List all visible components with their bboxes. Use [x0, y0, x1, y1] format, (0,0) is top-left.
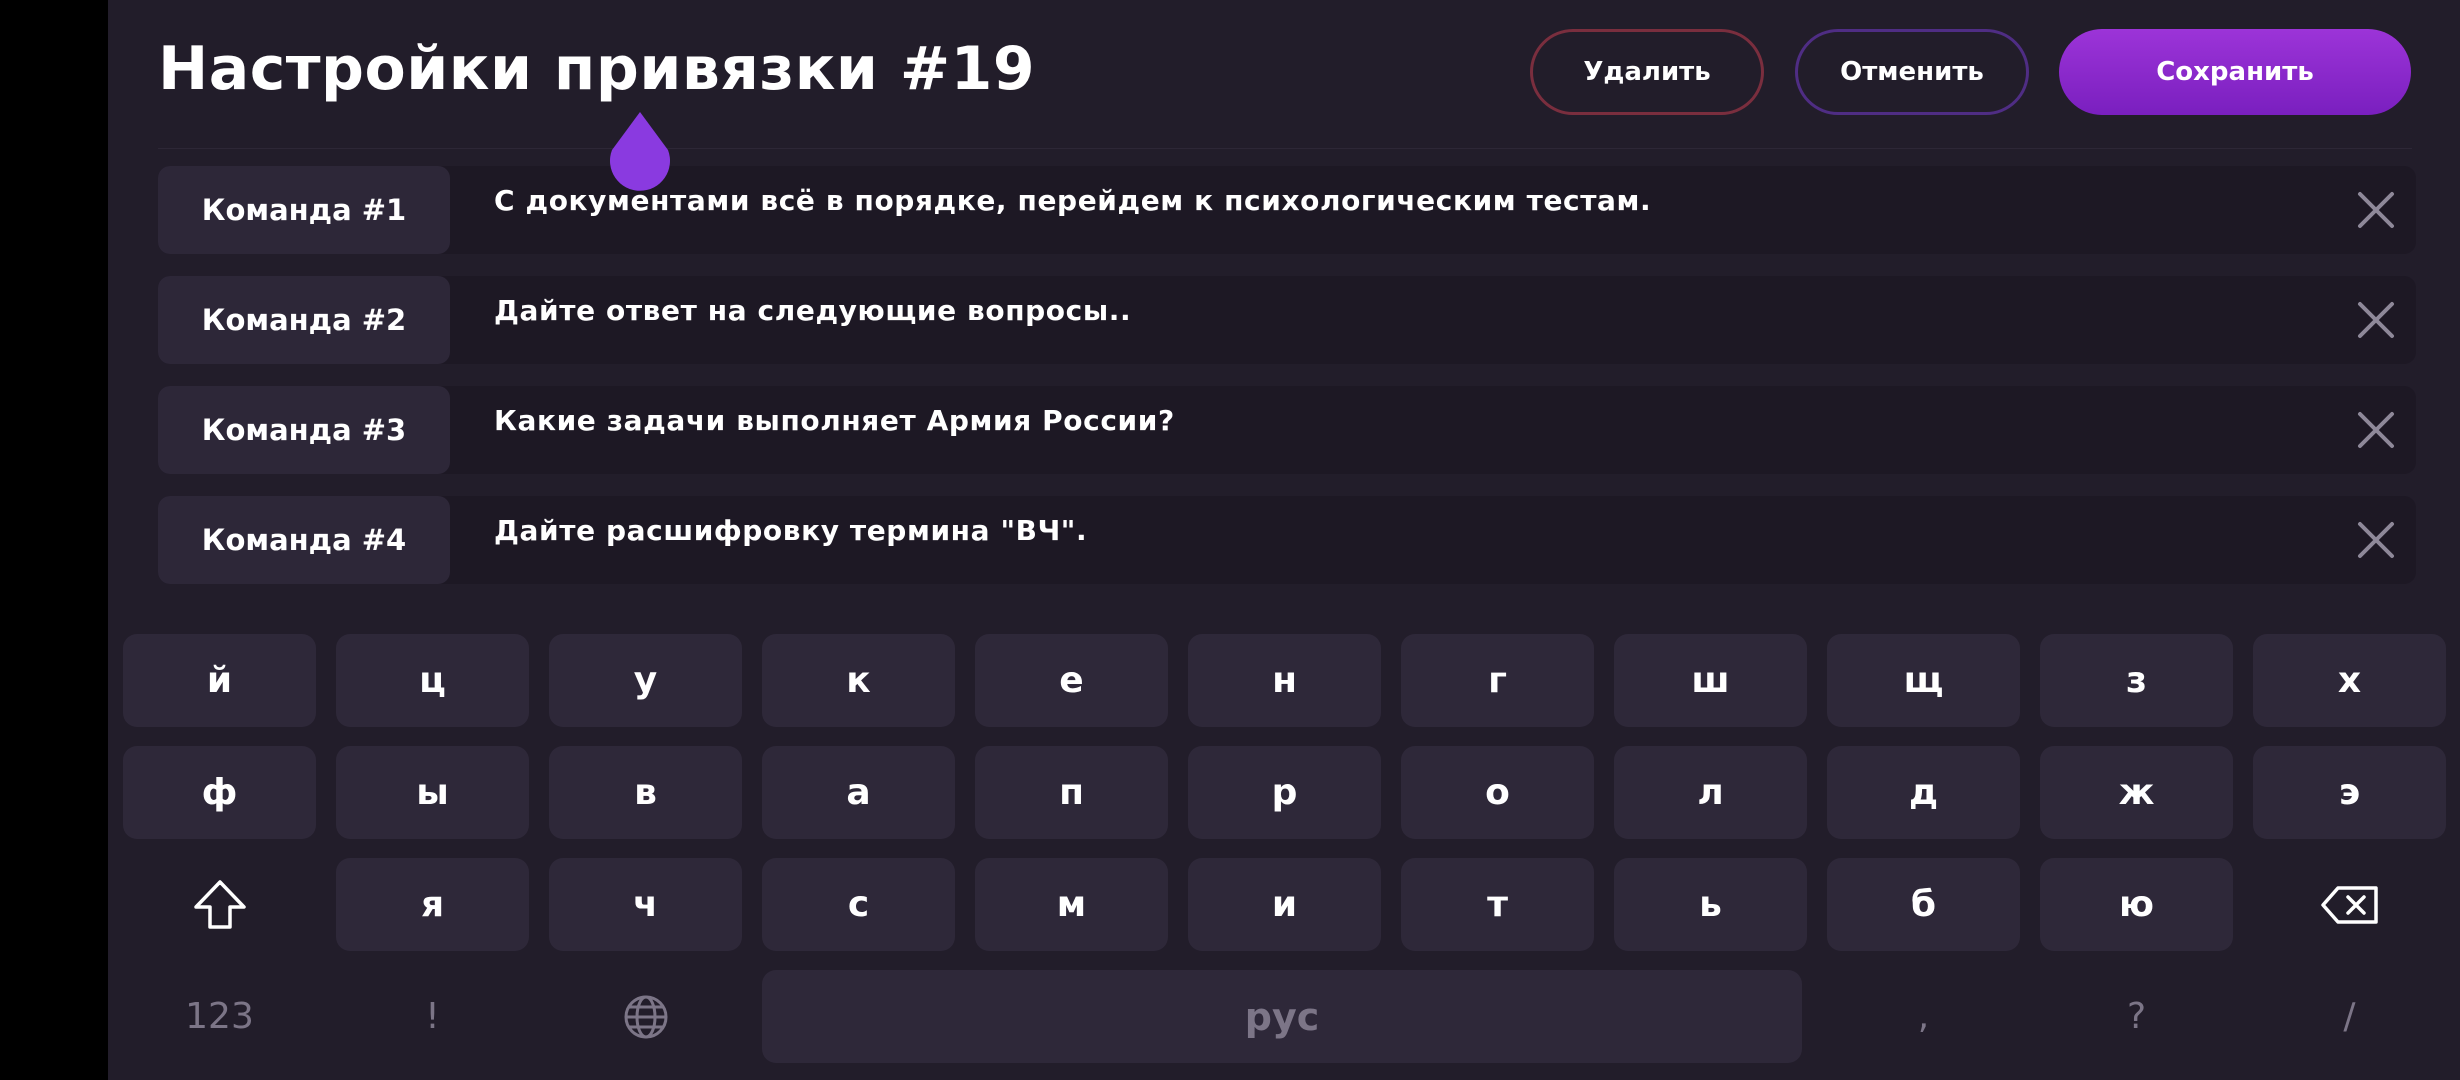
- slash-key[interactable]: /: [2253, 970, 2446, 1063]
- backspace-key[interactable]: [2253, 858, 2446, 951]
- shift-icon: [193, 879, 246, 929]
- command-row-4[interactable]: Команда #4 Дайте расшифровку термина "ВЧ…: [158, 496, 2416, 584]
- key[interactable]: в: [549, 746, 742, 839]
- close-icon[interactable]: [2356, 300, 2396, 340]
- save-button[interactable]: Сохранить: [2059, 29, 2411, 115]
- key[interactable]: д: [1827, 746, 2020, 839]
- page-title: Настройки привязки #19: [158, 34, 1036, 104]
- key[interactable]: о: [1401, 746, 1594, 839]
- command-row-2[interactable]: Команда #2 Дайте ответ на следующие вопр…: [158, 276, 2416, 364]
- command-text-input[interactable]: Дайте ответ на следующие вопросы..: [494, 294, 1131, 327]
- key[interactable]: е: [975, 634, 1168, 727]
- command-text-input[interactable]: Дайте расшифровку термина "ВЧ".: [494, 514, 1087, 547]
- backspace-icon: [2320, 885, 2378, 924]
- key[interactable]: щ: [1827, 634, 2020, 727]
- command-label: Команда #1: [158, 166, 450, 254]
- key[interactable]: к: [762, 634, 955, 727]
- shift-key[interactable]: [123, 858, 316, 951]
- key[interactable]: ф: [123, 746, 316, 839]
- key[interactable]: н: [1188, 634, 1381, 727]
- key[interactable]: у: [549, 634, 742, 727]
- cancel-button[interactable]: Отменить: [1795, 29, 2029, 115]
- key[interactable]: ш: [1614, 634, 1807, 727]
- command-label: Команда #3: [158, 386, 450, 474]
- key[interactable]: з: [2040, 634, 2233, 727]
- text-cursor-handle-icon[interactable]: [608, 112, 672, 192]
- key[interactable]: и: [1188, 858, 1381, 951]
- key[interactable]: ч: [549, 858, 742, 951]
- close-icon[interactable]: [2356, 520, 2396, 560]
- key[interactable]: р: [1188, 746, 1381, 839]
- exclamation-key[interactable]: !: [336, 970, 529, 1063]
- key[interactable]: т: [1401, 858, 1594, 951]
- key[interactable]: ж: [2040, 746, 2233, 839]
- key[interactable]: ц: [336, 634, 529, 727]
- key[interactable]: с: [762, 858, 955, 951]
- question-key[interactable]: ?: [2040, 970, 2233, 1063]
- space-key[interactable]: рус: [762, 970, 1802, 1063]
- close-icon[interactable]: [2356, 190, 2396, 230]
- command-row-1[interactable]: Команда #1 С документами всё в порядке, …: [158, 166, 2416, 254]
- globe-icon: [624, 995, 667, 1038]
- key[interactable]: м: [975, 858, 1168, 951]
- numbers-key[interactable]: 123: [123, 970, 316, 1063]
- left-edge-bar: [0, 0, 108, 1080]
- key[interactable]: э: [2253, 746, 2446, 839]
- language-key[interactable]: [549, 970, 742, 1063]
- key[interactable]: х: [2253, 634, 2446, 727]
- command-row-3[interactable]: Команда #3 Какие задачи выполняет Армия …: [158, 386, 2416, 474]
- key[interactable]: а: [762, 746, 955, 839]
- command-label: Команда #2: [158, 276, 450, 364]
- key[interactable]: я: [336, 858, 529, 951]
- key[interactable]: ь: [1614, 858, 1807, 951]
- key[interactable]: й: [123, 634, 316, 727]
- delete-button[interactable]: Удалить: [1530, 29, 1764, 115]
- command-text-input[interactable]: Какие задачи выполняет Армия России?: [494, 404, 1175, 437]
- key[interactable]: г: [1401, 634, 1594, 727]
- key[interactable]: п: [975, 746, 1168, 839]
- key[interactable]: б: [1827, 858, 2020, 951]
- header-divider: [158, 148, 2412, 149]
- key[interactable]: ы: [336, 746, 529, 839]
- on-screen-keyboard: й ц у к е н г ш щ з х ф ы в а п р о л д …: [108, 620, 2460, 1080]
- comma-key[interactable]: ,: [1827, 970, 2020, 1063]
- close-icon[interactable]: [2356, 410, 2396, 450]
- command-label: Команда #4: [158, 496, 450, 584]
- key[interactable]: ю: [2040, 858, 2233, 951]
- key[interactable]: л: [1614, 746, 1807, 839]
